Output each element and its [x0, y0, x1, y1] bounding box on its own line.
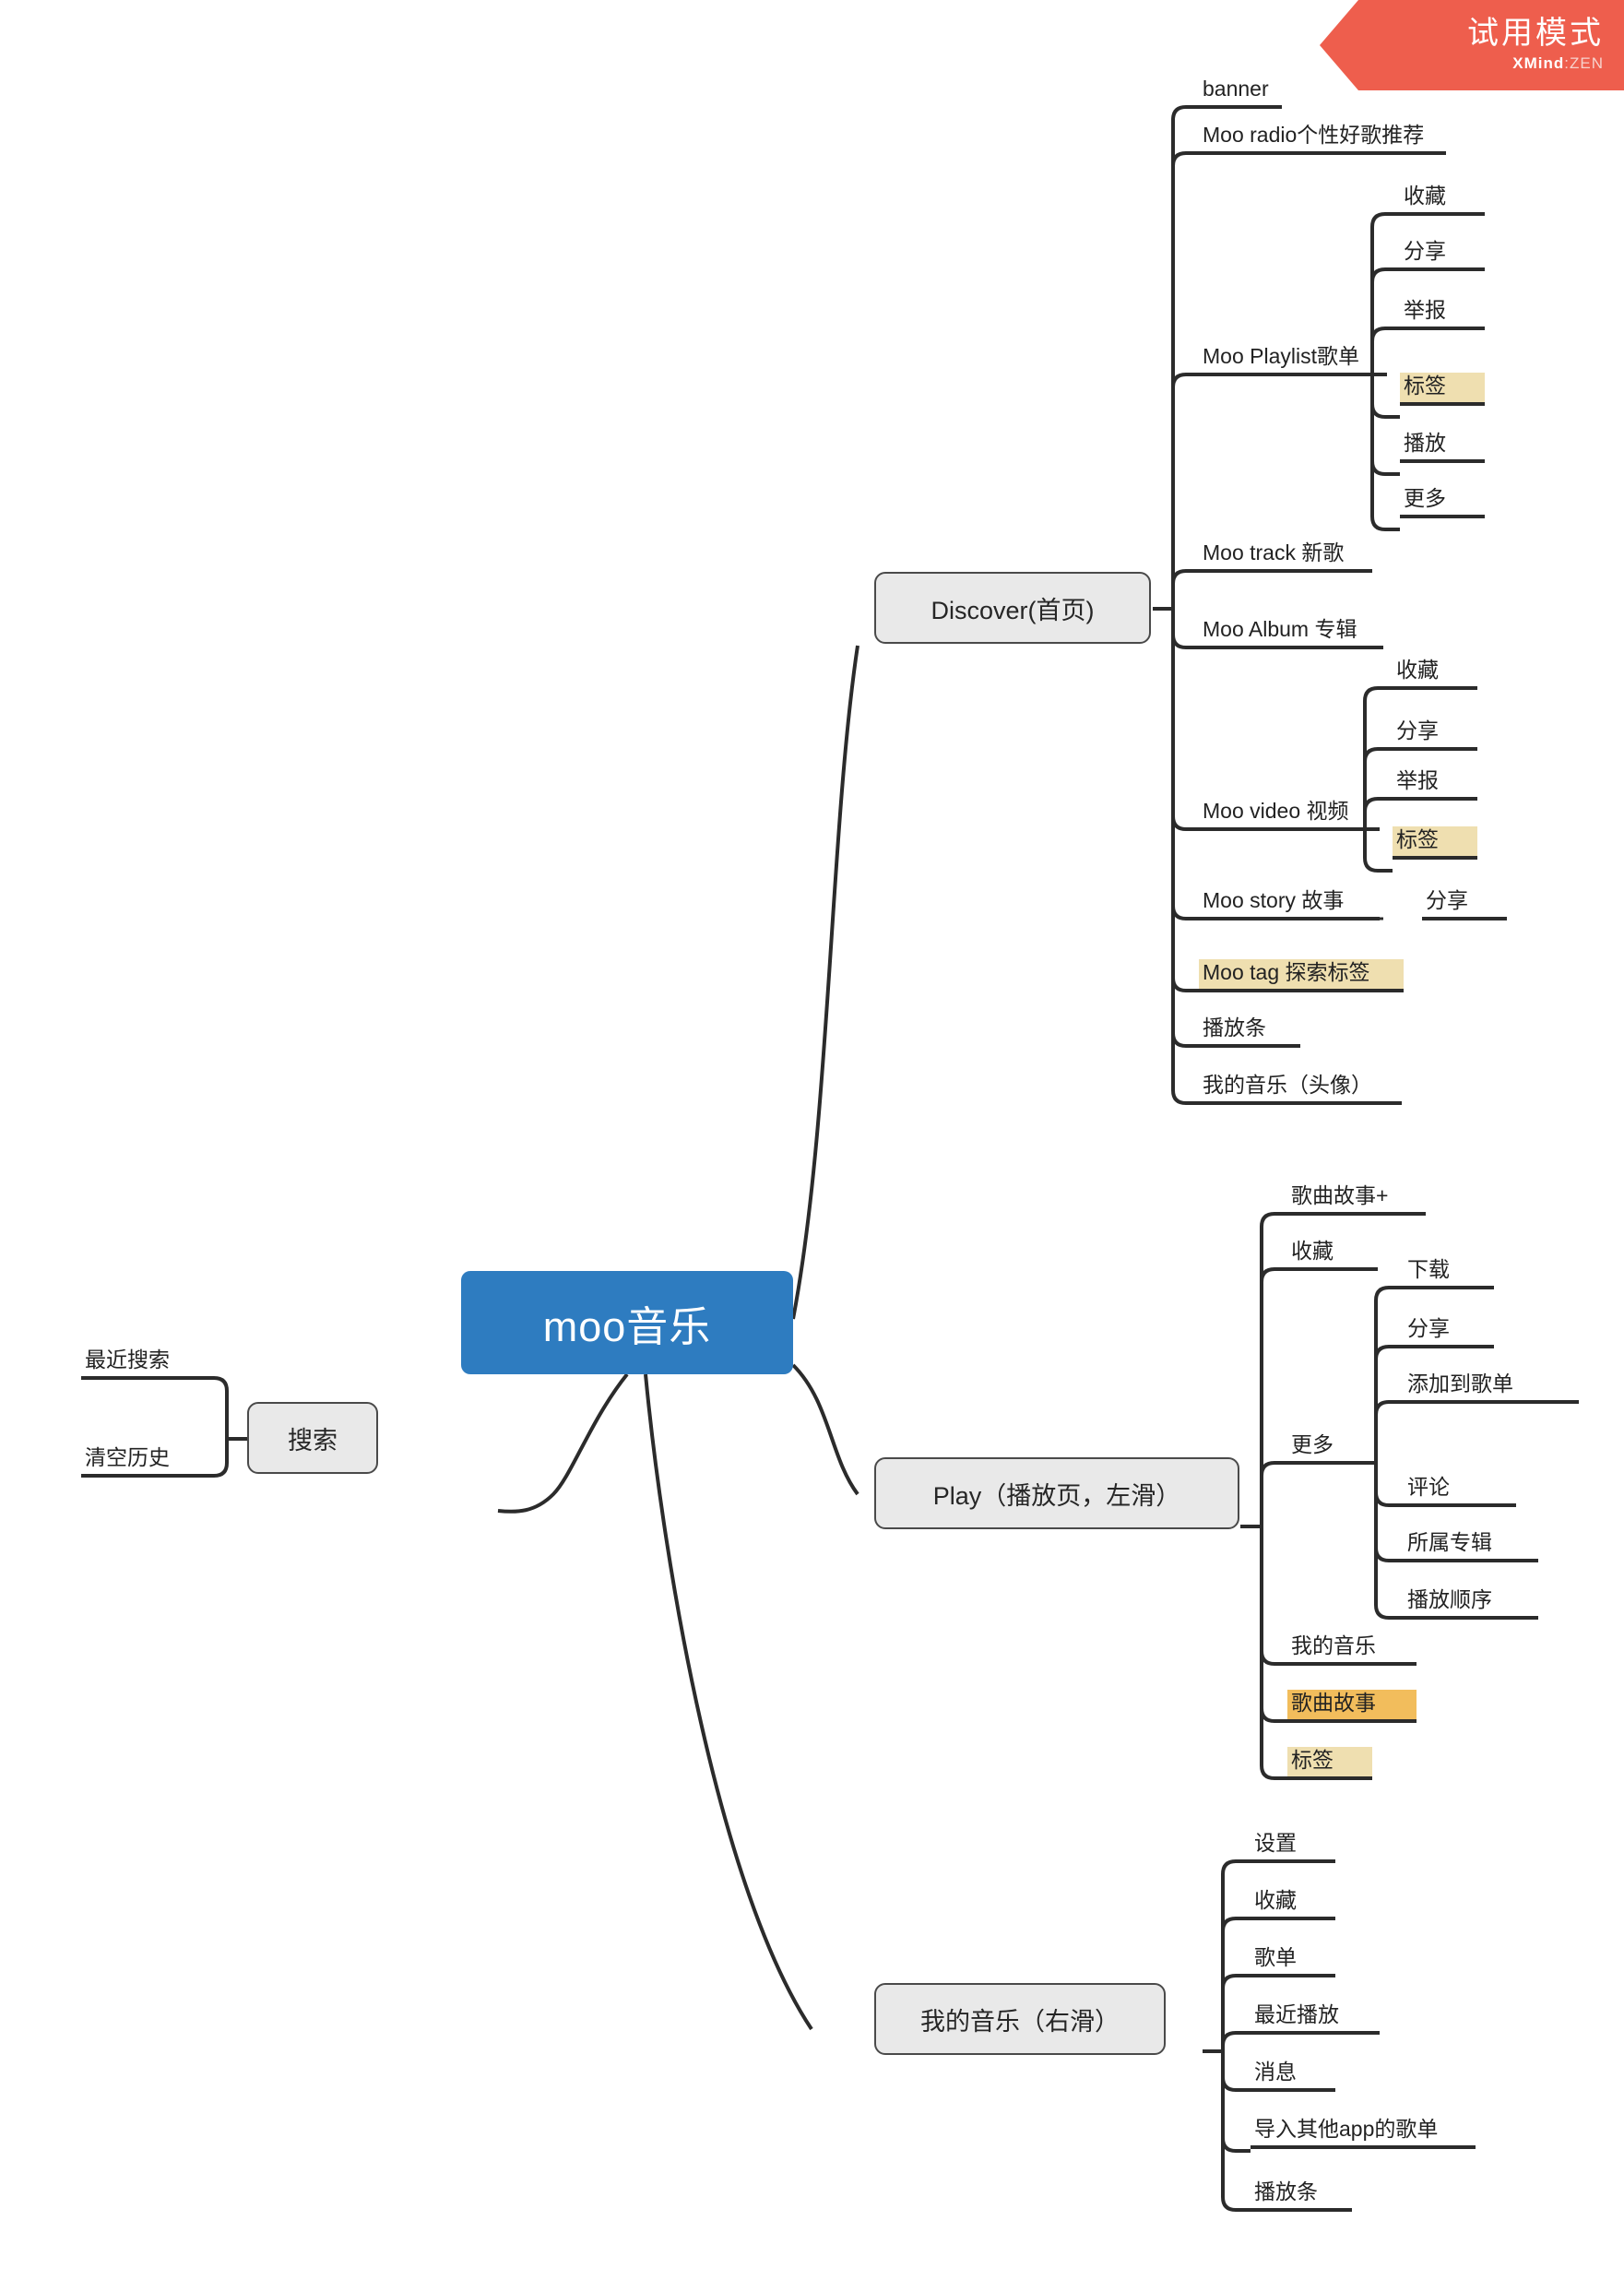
main-topic-discover[interactable]: Discover(首页)	[874, 572, 1151, 644]
sub-topic-mymusic-messages[interactable]: 消息	[1251, 2059, 1335, 2092]
sub-topic-moo-radio[interactable]: Moo radio个性好歌推荐	[1199, 122, 1446, 155]
xmind-brand: XMind:ZEN	[1512, 54, 1604, 73]
sub-topic-playlist-favorite[interactable]: 收藏	[1400, 183, 1485, 216]
sub-topic-playlist-more[interactable]: 更多	[1400, 485, 1485, 518]
sub-topic-moo-video[interactable]: Moo video 视频	[1199, 798, 1380, 831]
trial-mode-title: 试用模式	[1467, 16, 1604, 51]
sub-topic-mymusic-recent[interactable]: 最近播放	[1251, 2001, 1380, 2035]
xmind-brand-secondary: :ZEN	[1564, 54, 1604, 72]
sub-topic-discover-playbar[interactable]: 播放条	[1199, 1015, 1300, 1048]
sub-topic-video-report[interactable]: 举报	[1393, 767, 1477, 801]
sub-topic-discover-my-music[interactable]: 我的音乐（头像）	[1199, 1072, 1402, 1105]
sub-topic-story-share[interactable]: 分享	[1422, 887, 1507, 920]
sub-topic-recent-search[interactable]: 最近搜索	[81, 1347, 199, 1380]
sub-topic-mymusic-playlist[interactable]: 歌单	[1251, 1944, 1335, 1977]
sub-topic-moo-track[interactable]: Moo track 新歌	[1199, 540, 1372, 573]
sub-topic-mymusic-import[interactable]: 导入其他app的歌单	[1251, 2116, 1476, 2149]
sub-topic-play-favorite[interactable]: 收藏	[1287, 1238, 1378, 1271]
sub-topic-play-song-story[interactable]: 歌曲故事	[1287, 1690, 1417, 1723]
sub-topic-playlist-share[interactable]: 分享	[1400, 238, 1485, 271]
sub-topic-playlist-tag[interactable]: 标签	[1400, 373, 1485, 406]
sub-topic-clear-history[interactable]: 清空历史	[81, 1444, 199, 1478]
main-topic-search[interactable]: 搜索	[247, 1402, 378, 1474]
sub-topic-more-add-to-playlist[interactable]: 添加到歌单	[1404, 1371, 1579, 1404]
sub-topic-playlist-report[interactable]: 举报	[1400, 297, 1485, 330]
sub-topic-play-song-story-plus[interactable]: 歌曲故事+	[1287, 1182, 1426, 1216]
sub-topic-mymusic-settings[interactable]: 设置	[1251, 1830, 1335, 1863]
sub-topic-more-comment[interactable]: 评论	[1404, 1474, 1516, 1507]
main-topic-my-music[interactable]: 我的音乐（右滑）	[874, 1983, 1166, 2055]
sub-topic-play-more[interactable]: 更多	[1287, 1431, 1378, 1465]
trial-mode-badge: 试用模式 XMind:ZEN	[1320, 0, 1624, 90]
sub-topic-mymusic-playbar[interactable]: 播放条	[1251, 2179, 1352, 2212]
sub-topic-banner[interactable]: banner	[1199, 76, 1282, 109]
sub-topic-more-play-order[interactable]: 播放顺序	[1404, 1586, 1538, 1620]
sub-topic-more-album[interactable]: 所属专辑	[1404, 1529, 1538, 1562]
xmind-brand-primary: XMind	[1512, 54, 1565, 72]
sub-topic-moo-tag[interactable]: Moo tag 探索标签	[1199, 959, 1404, 992]
sub-topic-moo-album[interactable]: Moo Album 专辑	[1199, 616, 1383, 649]
sub-topic-video-share[interactable]: 分享	[1393, 718, 1477, 751]
sub-topic-play-my-music[interactable]: 我的音乐	[1287, 1633, 1417, 1666]
sub-topic-moo-story[interactable]: Moo story 故事	[1199, 887, 1380, 920]
sub-topic-mymusic-favorite[interactable]: 收藏	[1251, 1887, 1335, 1920]
main-topic-play[interactable]: Play（播放页，左滑）	[874, 1457, 1239, 1529]
mindmap-canvas: 试用模式 XMind:ZEN moo音乐 Discover(首页) Play（播…	[0, 0, 1624, 2292]
sub-topic-video-tag[interactable]: 标签	[1393, 826, 1477, 860]
sub-topic-video-favorite[interactable]: 收藏	[1393, 657, 1477, 690]
sub-topic-play-tag[interactable]: 标签	[1287, 1747, 1372, 1780]
sub-topic-more-share[interactable]: 分享	[1404, 1315, 1494, 1348]
sub-topic-moo-playlist[interactable]: Moo Playlist歌单	[1199, 343, 1387, 376]
sub-topic-playlist-play[interactable]: 播放	[1400, 430, 1485, 463]
sub-topic-more-download[interactable]: 下载	[1404, 1256, 1494, 1289]
root-topic-moo-music[interactable]: moo音乐	[461, 1271, 793, 1374]
